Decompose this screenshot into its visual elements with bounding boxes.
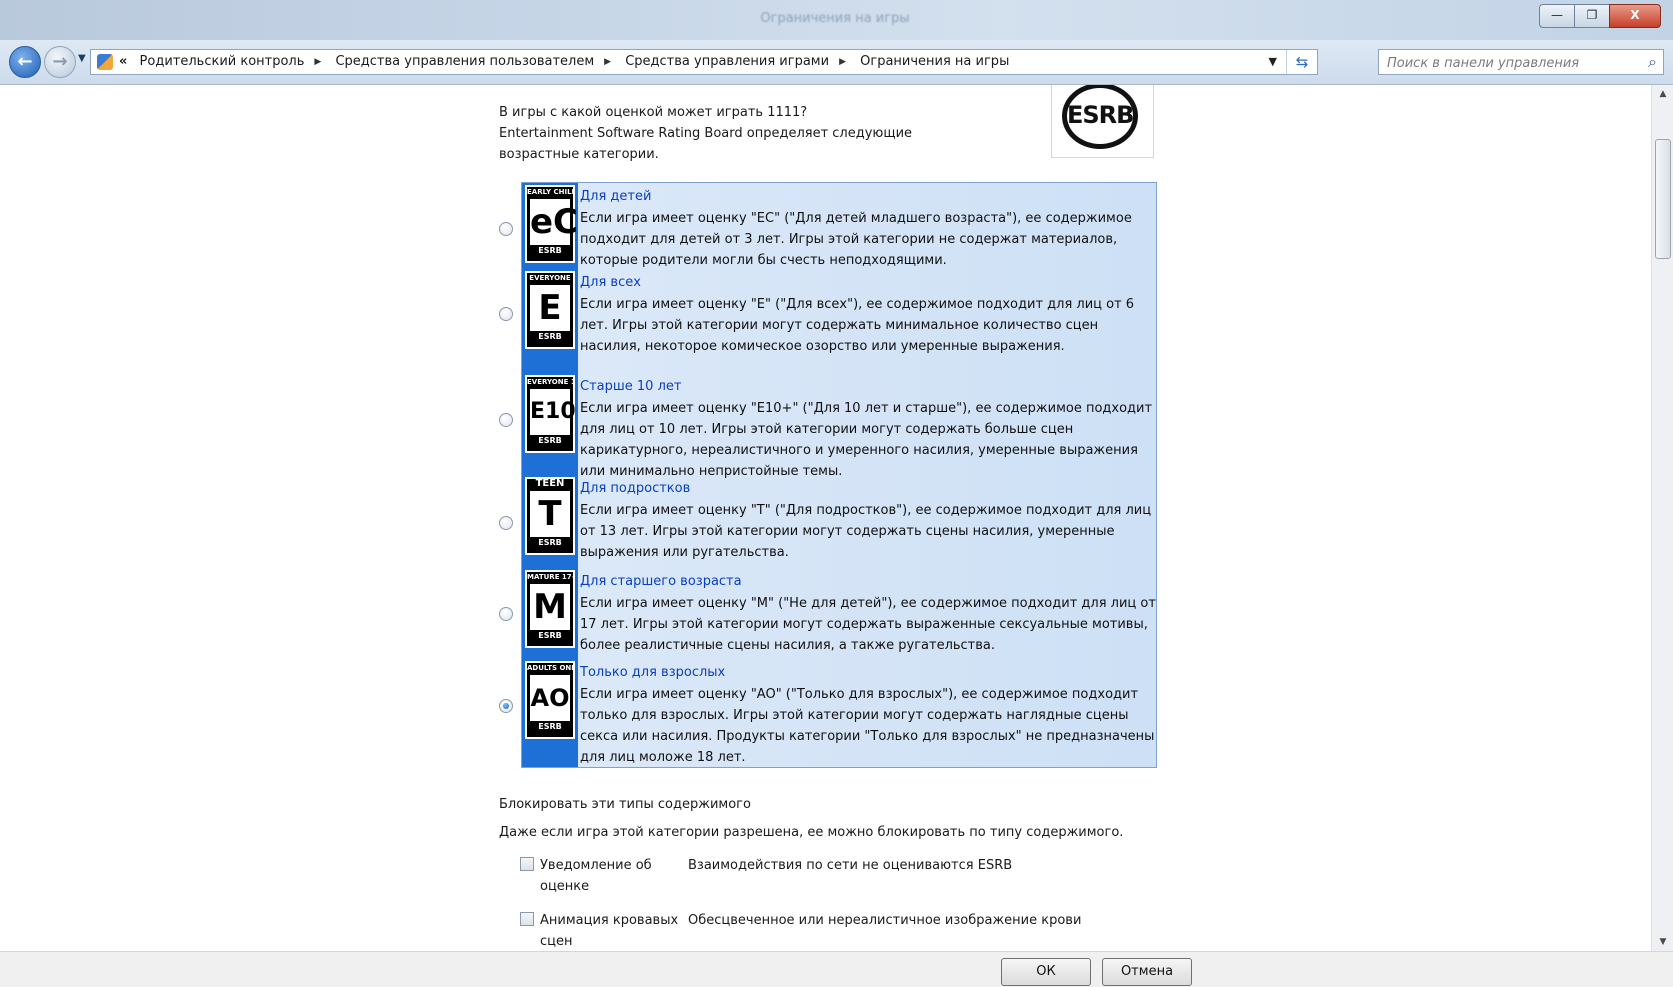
address-chevron-down-icon[interactable]: ▼ xyxy=(1269,50,1277,74)
esrb-logo-mark: ESRB xyxy=(1062,85,1138,149)
badge-letter: eC xyxy=(530,199,578,245)
badge-letter: M xyxy=(530,584,570,630)
rating-description: Если игра имеет оценку "T" ("Для подрост… xyxy=(580,503,1152,560)
rating-description: Если игра имеет оценку "M" ("Не для дете… xyxy=(580,596,1156,653)
rating-description: Если игра имеет оценку "E" ("Для всех"),… xyxy=(580,297,1135,354)
badge-letter: AO xyxy=(530,675,570,721)
rating-radio-e10[interactable] xyxy=(499,413,513,427)
badge-top-label: EVERYONE xyxy=(529,274,571,282)
rating-radio-ao[interactable] xyxy=(499,699,513,713)
close-button[interactable]: X xyxy=(1609,4,1661,28)
badge-bottom-label: ESRB xyxy=(538,538,562,547)
block-content-description: Даже если игра этой категории разрешена,… xyxy=(499,825,1124,840)
back-arrow-icon[interactable]: ← xyxy=(9,46,41,78)
breadcrumb-game-controls[interactable]: Средства управления играми xyxy=(625,54,829,69)
esrb-badge-ao-icon: ADULTS ONLY 18+ AO ESRB xyxy=(525,661,575,739)
badge-bottom-label: ESRB xyxy=(538,246,562,255)
badge-bottom-label: ESRB xyxy=(538,332,562,341)
window-controls: — ❐ X xyxy=(1539,4,1661,28)
recent-pages-chevron-down-icon[interactable]: ▼ xyxy=(78,53,86,64)
rating-name[interactable]: Для подростков xyxy=(580,479,690,499)
content-block-label[interactable]: Уведомление об оценке xyxy=(540,855,680,897)
ok-button[interactable]: ОК xyxy=(1001,958,1091,986)
badge-top-label: MATURE 17+ xyxy=(527,573,573,581)
minimize-button[interactable]: — xyxy=(1539,4,1575,28)
rating-question: В игры с какой оценкой может играть 1111… xyxy=(499,102,929,165)
breadcrumb: « Родительский контроль ▶ Средства управл… xyxy=(119,50,1009,74)
search-icon[interactable]: ⌕ xyxy=(1648,52,1657,72)
breadcrumb-user-controls[interactable]: Средства управления пользователем xyxy=(335,54,594,69)
address-bar[interactable]: « Родительский контроль ▶ Средства управл… xyxy=(90,49,1318,75)
rating-name[interactable]: Для старшего возраста xyxy=(580,572,742,592)
rating-name[interactable]: Только для взрослых xyxy=(580,663,725,683)
badge-bottom-label: ESRB xyxy=(538,722,562,731)
rating-radio-ec[interactable] xyxy=(499,222,513,236)
badge-top-label: ADULTS ONLY 18+ xyxy=(527,664,573,672)
block-content-title: Блокировать эти типы содержимого xyxy=(499,797,751,812)
breadcrumb-separator-icon[interactable]: ▶ xyxy=(604,57,611,67)
rating-question-title: В игры с какой оценкой может играть 1111… xyxy=(499,105,808,120)
rating-radio-t[interactable] xyxy=(499,516,513,530)
content-block-checkbox-rating-notice[interactable] xyxy=(520,857,534,871)
badge-top-label: EARLY CHILDHOOD xyxy=(527,188,573,196)
cancel-button[interactable]: Отмена xyxy=(1102,958,1192,986)
esrb-logo: ESRB xyxy=(1051,85,1154,158)
badge-bottom-label: ESRB xyxy=(538,436,562,445)
rating-description: Если игра имеет оценку "E10+" ("Для 10 л… xyxy=(580,401,1153,479)
rating-radio-m[interactable] xyxy=(499,607,513,621)
badge-letter: E xyxy=(530,285,570,331)
rating-description: Если игра имеет оценку "AO" ("Только для… xyxy=(580,687,1155,765)
main-content: В игры с какой оценкой может играть 1111… xyxy=(0,85,1651,951)
esrb-badge-e-icon: EVERYONE E ESRB xyxy=(525,271,575,349)
rating-list: EARLY CHILDHOOD eC ESRB Для детей Если и… xyxy=(521,182,1157,768)
search-input[interactable] xyxy=(1385,53,1629,73)
dialog-footer: ОК Отмена xyxy=(0,951,1673,987)
scroll-down-icon[interactable]: ▼ xyxy=(1652,933,1673,951)
badge-top-label: EVERYONE 10+ xyxy=(527,378,573,386)
maximize-button[interactable]: ❐ xyxy=(1574,4,1610,28)
forward-arrow-icon[interactable]: → xyxy=(44,46,76,78)
content-block-label[interactable]: Анимация кровавых сцен xyxy=(540,910,680,951)
badge-top-label: TEEN xyxy=(535,479,565,489)
rating-question-subtitle: Entertainment Software Rating Board опре… xyxy=(499,126,913,162)
esrb-badge-t-icon: TEEN T ESRB xyxy=(525,477,575,555)
refresh-icon[interactable]: ⇆ xyxy=(1286,50,1317,74)
badge-bottom-label: ESRB xyxy=(538,631,562,640)
breadcrumb-separator-icon[interactable]: ▶ xyxy=(839,57,846,67)
esrb-badge-ec-icon: EARLY CHILDHOOD eC ESRB xyxy=(525,185,578,263)
esrb-logo-text: ESRB xyxy=(1067,101,1134,129)
rating-name[interactable]: Для всех xyxy=(580,273,641,293)
breadcrumb-separator-icon[interactable]: ▶ xyxy=(314,57,321,67)
scroll-up-icon[interactable]: ▲ xyxy=(1652,85,1673,103)
content-block-checkbox-animated-blood[interactable] xyxy=(520,912,534,926)
esrb-badge-m-icon: MATURE 17+ M ESRB xyxy=(525,570,575,648)
rating-description: Если игра имеет оценку "EC" ("Для детей … xyxy=(580,211,1132,268)
vertical-scrollbar[interactable]: ▲ ▼ xyxy=(1651,85,1673,951)
breadcrumb-overflow[interactable]: « xyxy=(119,54,127,69)
esrb-badge-e10-icon: EVERYONE 10+ E10 ESRB xyxy=(525,375,576,453)
content-block-description: Взаимодействия по сети не оцениваются ES… xyxy=(688,858,1013,873)
badge-letter: E10 xyxy=(530,389,576,435)
rating-name[interactable]: Старше 10 лет xyxy=(580,377,681,397)
content-block-description: Обесцвеченное или нереалистичное изображ… xyxy=(688,913,1082,928)
window-title: Ограничения на игры xyxy=(760,11,910,26)
rating-radio-e[interactable] xyxy=(499,307,513,321)
badge-letter: T xyxy=(530,491,570,537)
control-panel-icon xyxy=(97,54,113,70)
rating-name[interactable]: Для детей xyxy=(580,187,651,207)
navigation-bar: ← → ▼ « Родительский контроль ▶ Средства … xyxy=(0,40,1673,85)
scroll-thumb[interactable] xyxy=(1655,139,1671,259)
breadcrumb-parental-controls[interactable]: Родительский контроль xyxy=(140,54,305,69)
breadcrumb-game-restrictions[interactable]: Ограничения на игры xyxy=(860,54,1009,69)
search-box[interactable]: ⌕ xyxy=(1378,49,1664,75)
title-bar: Ограничения на игры — ❐ X xyxy=(0,0,1673,41)
